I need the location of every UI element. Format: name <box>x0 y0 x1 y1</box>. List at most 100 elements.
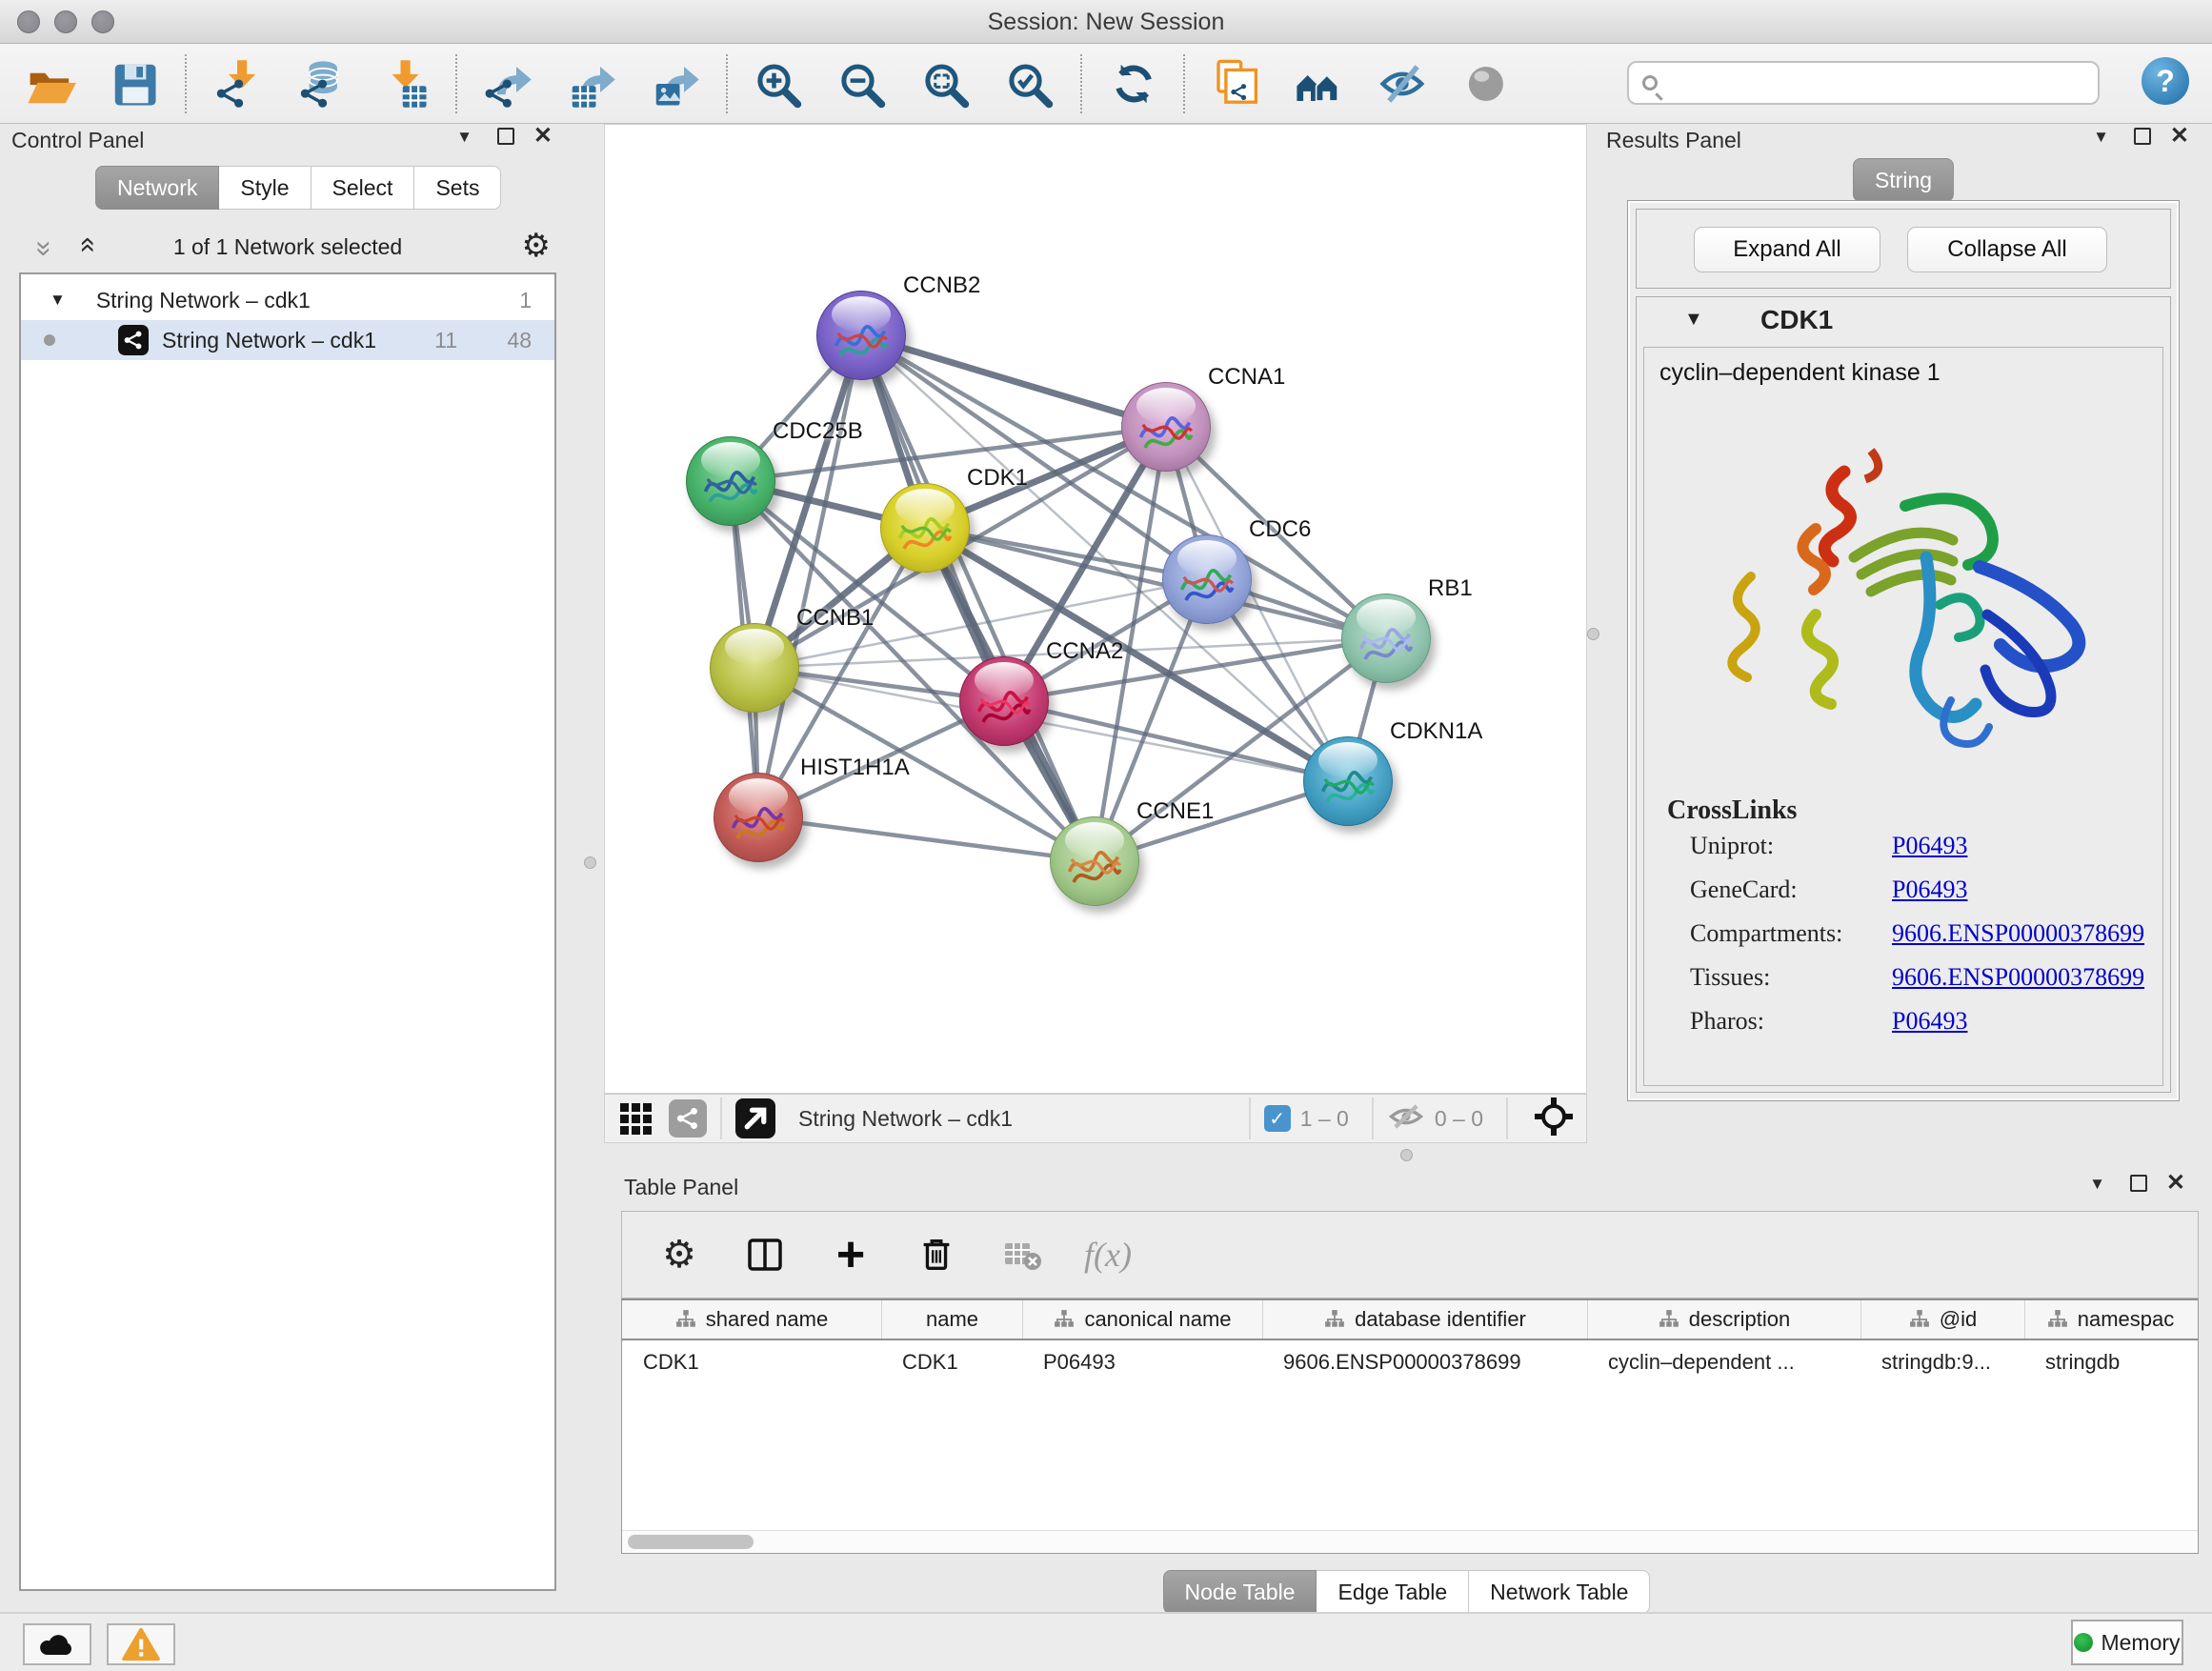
crosslink-link[interactable]: 9606.ENSP00000378699 <box>1892 963 2144 992</box>
protein-thumbnail <box>727 793 790 851</box>
crosslink-link[interactable]: P06493 <box>1892 1007 1967 1036</box>
network-node-ccnb2[interactable] <box>816 291 906 380</box>
column-header-name[interactable]: name <box>881 1300 1022 1339</box>
save-session-icon[interactable] <box>109 58 160 110</box>
tab-select[interactable]: Select <box>312 166 415 210</box>
memory-button[interactable]: Memory <box>2071 1620 2183 1665</box>
network-node-ccna2[interactable] <box>959 656 1049 746</box>
table-cell[interactable]: CDK1 <box>622 1340 881 1384</box>
column-header-shared-name[interactable]: shared name <box>622 1300 881 1339</box>
hide-selected-icon[interactable] <box>1377 58 1429 110</box>
search-input[interactable] <box>1667 70 2098 95</box>
table-cell[interactable]: CDK1 <box>881 1340 1022 1384</box>
network-node-ccne1[interactable] <box>1050 816 1139 906</box>
results-panel-float-icon[interactable] <box>2134 128 2151 151</box>
tab-style[interactable]: Style <box>219 166 311 210</box>
help-button[interactable]: ? <box>2142 57 2189 105</box>
crosslink-link[interactable]: P06493 <box>1892 832 1967 860</box>
open-in-new-window-icon[interactable] <box>735 1098 775 1138</box>
network-node-cdc25b[interactable] <box>686 436 775 526</box>
export-network-icon[interactable] <box>482 58 533 110</box>
tab-network[interactable]: Network <box>95 166 219 210</box>
table-panel-float-icon[interactable] <box>2130 1175 2147 1198</box>
add-column-icon[interactable]: + <box>828 1232 874 1278</box>
tab-edge-table[interactable]: Edge Table <box>1317 1570 1469 1614</box>
open-session-icon[interactable] <box>25 58 76 110</box>
import-table-icon[interactable] <box>379 58 431 110</box>
table-cell[interactable]: cyclin–dependent ... <box>1587 1340 1860 1384</box>
new-network-from-selection-icon[interactable] <box>1210 58 1261 110</box>
table-cell[interactable]: stringdb:9... <box>1860 1340 2024 1384</box>
show-all-icon[interactable] <box>1461 58 1513 110</box>
table-panel: Table Panel ▼ ✕ ⚙ + f(x) shared namename… <box>613 1165 2201 1608</box>
show-columns-icon[interactable] <box>742 1232 788 1278</box>
warning-status-button[interactable] <box>107 1623 175 1665</box>
results-panel-menu-icon[interactable]: ▼ <box>2093 128 2109 147</box>
network-node-ccnb1[interactable] <box>710 623 799 713</box>
control-panel-float-icon[interactable] <box>497 128 514 151</box>
table-horizontal-scrollbar[interactable] <box>622 1530 2198 1553</box>
column-header--id[interactable]: @id <box>1860 1300 2024 1339</box>
network-canvas[interactable]: CCNB2 CCNA1 CDC25B CDK1 CDC6 RB1CCNB1 CC… <box>604 124 1587 1094</box>
expand-all-button[interactable]: Expand All <box>1694 227 1880 272</box>
refresh-network-icon[interactable] <box>1107 58 1158 110</box>
column-header-canonical-name[interactable]: canonical name <box>1022 1300 1262 1339</box>
collapse-all-button[interactable]: Collapse All <box>1907 227 2107 272</box>
results-panel-close-icon[interactable]: ✕ <box>2170 122 2189 150</box>
crosslink-link[interactable]: P06493 <box>1892 876 1967 904</box>
zoom-selected-icon[interactable] <box>1004 58 1056 110</box>
delete-column-trash-icon[interactable] <box>914 1232 959 1278</box>
crosslink-link[interactable]: 9606.ENSP00000378699 <box>1892 919 2144 948</box>
tab-string[interactable]: String <box>1853 158 1954 202</box>
table-cell[interactable]: P06493 <box>1022 1340 1262 1384</box>
export-image-icon[interactable] <box>650 58 701 110</box>
cloud-status-button[interactable] <box>23 1623 91 1665</box>
import-network-file-icon[interactable] <box>211 58 263 110</box>
zoom-out-icon[interactable] <box>836 58 888 110</box>
table-row[interactable]: CDK1CDK1P064939606.ENSP00000378699cyclin… <box>622 1340 2198 1384</box>
scrollbar-thumb[interactable] <box>628 1535 754 1549</box>
column-header-description[interactable]: description <box>1587 1300 1860 1339</box>
export-table-icon[interactable] <box>566 58 617 110</box>
memory-label: Memory <box>2101 1630 2180 1656</box>
crosslink-label: Tissues: <box>1690 963 1770 991</box>
collection-label: String Network – cdk1 <box>96 288 311 313</box>
right-splitter-handle[interactable] <box>1587 628 1599 640</box>
cdk1-collapse-icon[interactable]: ▼ <box>1684 309 1703 331</box>
import-network-database-icon[interactable] <box>295 58 347 110</box>
protein-thumbnail <box>1176 554 1238 613</box>
column-header-database-identifier[interactable]: database identifier <box>1262 1300 1587 1339</box>
fit-selected-crosshair-icon[interactable] <box>1521 1096 1586 1142</box>
tab-node-table[interactable]: Node Table <box>1163 1570 1317 1614</box>
cdk1-entry-header[interactable]: ▼ CDK1 <box>1637 297 2170 347</box>
network-node-hist1h1a[interactable] <box>714 773 803 862</box>
network-node-ccna1[interactable] <box>1121 382 1211 472</box>
network-collection-row[interactable]: ▼ String Network – cdk1 1 <box>21 280 554 320</box>
collection-collapse-icon[interactable]: ▼ <box>50 291 66 310</box>
zoom-in-icon[interactable] <box>753 58 804 110</box>
selected-items-checkbox[interactable]: ✓ <box>1264 1105 1291 1132</box>
network-node-cdkn1a[interactable] <box>1303 736 1393 826</box>
table-options-gear-icon[interactable]: ⚙ <box>656 1232 702 1278</box>
search-field[interactable] <box>1627 61 2100 105</box>
network-node-rb1[interactable] <box>1341 594 1431 683</box>
table-cell[interactable]: 9606.ENSP00000378699 <box>1262 1340 1587 1384</box>
table-panel-menu-icon[interactable]: ▼ <box>2089 1175 2105 1194</box>
view-grid-icon[interactable] <box>620 1103 652 1135</box>
network-node-cdc6[interactable] <box>1162 534 1252 624</box>
tab-sets[interactable]: Sets <box>414 166 501 210</box>
control-panel-close-icon[interactable]: ✕ <box>533 122 553 150</box>
zoom-fit-content-icon[interactable] <box>920 58 972 110</box>
bottom-splitter-handle[interactable] <box>1400 1149 1413 1161</box>
left-splitter-handle[interactable] <box>584 856 596 869</box>
network-share-icon[interactable] <box>669 1099 707 1137</box>
tab-network-table[interactable]: Network Table <box>1469 1570 1650 1614</box>
control-panel-menu-icon[interactable]: ▼ <box>456 128 473 147</box>
table-panel-close-icon[interactable]: ✕ <box>2166 1169 2185 1197</box>
network-options-gear-icon[interactable]: ⚙ <box>522 227 551 265</box>
string-home-icon[interactable] <box>1294 58 1345 110</box>
network-node-cdk1[interactable] <box>880 483 970 573</box>
table-cell[interactable]: stringdb <box>2024 1340 2196 1384</box>
column-header-namespac[interactable]: namespac <box>2024 1300 2196 1339</box>
network-row[interactable]: String Network – cdk1 11 48 <box>21 320 554 360</box>
